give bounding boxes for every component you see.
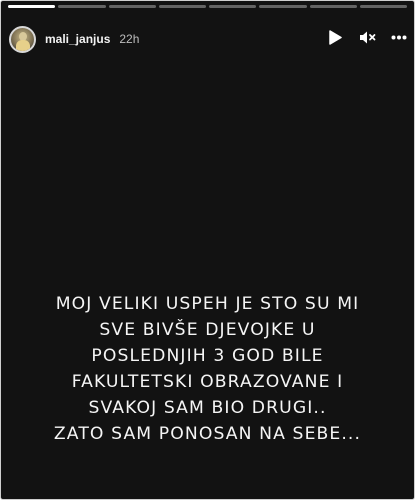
avatar[interactable] xyxy=(9,25,36,53)
story-text-line: SVE BIVŠE DJEVOJKE U xyxy=(99,320,316,340)
story-text-line: SVAKOJ SAM BIO DRUGI.. xyxy=(88,398,327,418)
progress-segment xyxy=(259,5,307,8)
post-time: 22h xyxy=(119,32,140,46)
story-text-line: FAKULTETSKI OBRAZOVANE I xyxy=(71,372,344,392)
username[interactable]: mali_janjus xyxy=(45,32,110,46)
progress-segment xyxy=(108,5,156,8)
progress-segment xyxy=(309,5,357,8)
progress-segment xyxy=(158,5,206,8)
progress-segment xyxy=(8,5,56,8)
story-text: MOJ VELIKI USPEH JE STO SU MI SVE BIVŠE … xyxy=(1,291,414,447)
progress-segment xyxy=(58,5,106,8)
more-options-button[interactable] xyxy=(390,28,408,46)
story-text-line: POSLEDNJIH 3 GOD BILE xyxy=(91,346,324,366)
mute-button[interactable] xyxy=(358,28,376,46)
progress-segment-fill xyxy=(8,5,56,8)
story-controls xyxy=(326,28,408,46)
mute-icon xyxy=(359,31,375,43)
progress-segment xyxy=(209,5,257,8)
story-text-line: ZATO SAM PONOSAN NA SEBE... xyxy=(53,424,362,444)
story-progress-bar xyxy=(8,5,407,8)
story-viewer: mali_janjus 22h MOJ VELIKI USPEH JE STO … xyxy=(0,0,415,500)
story-text-line: MOJ VELIKI USPEH JE STO SU MI xyxy=(55,294,360,314)
play-icon xyxy=(329,29,342,45)
progress-segment xyxy=(359,5,407,8)
avatar-body xyxy=(16,39,30,51)
play-button[interactable] xyxy=(326,28,344,46)
more-options-icon xyxy=(391,35,407,39)
